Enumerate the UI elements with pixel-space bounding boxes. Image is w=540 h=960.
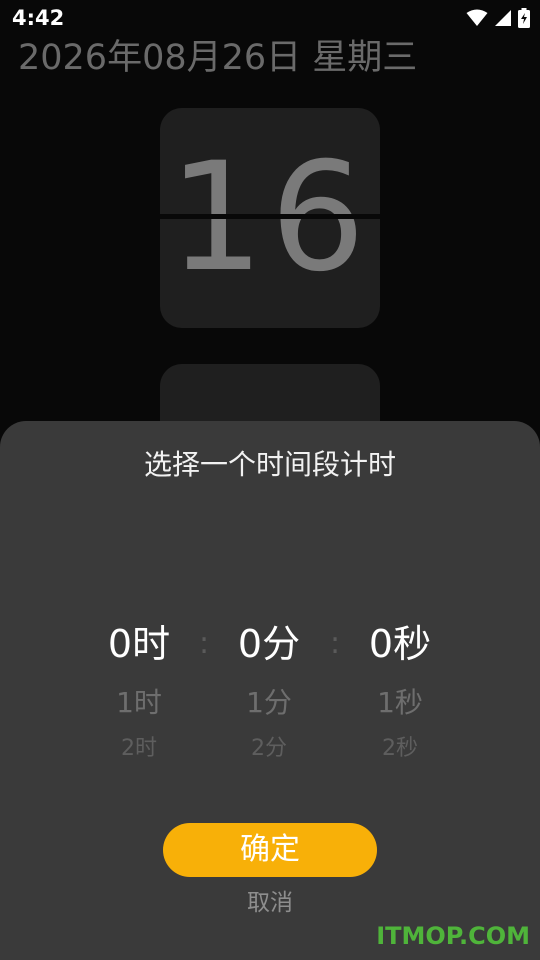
hours-selected[interactable]: 0时: [74, 611, 204, 677]
seconds-selected[interactable]: 0秒: [335, 611, 465, 677]
confirm-button[interactable]: 确定: [163, 823, 377, 877]
status-time: 4:42: [12, 6, 65, 30]
watermark-logo: ITMOP.COM: [376, 922, 530, 950]
minutes-selected[interactable]: 0分: [204, 611, 334, 677]
minutes-picker[interactable]: 0分 1分 2分: [204, 611, 334, 769]
sheet-title: 选择一个时间段计时: [143, 448, 396, 481]
minutes-next-option[interactable]: 1分: [204, 677, 334, 729]
seconds-next2-option[interactable]: 2秒: [335, 729, 465, 769]
hour-flip-card: 16: [160, 108, 380, 328]
cellular-signal-icon: [494, 9, 512, 27]
status-icons: [466, 6, 530, 30]
seconds-picker[interactable]: 0秒 1秒 2秒: [335, 611, 465, 769]
card-split-line: [160, 214, 380, 219]
battery-charging-icon: [518, 8, 530, 28]
app-screen: 4:42 2026年08月26日 星期三 16 选择一个时间段计时 0时 1时 …: [0, 0, 540, 960]
wifi-icon: [466, 9, 488, 27]
hours-next-option[interactable]: 1时: [74, 677, 204, 729]
minutes-next2-option[interactable]: 2分: [204, 729, 334, 769]
seconds-next-option[interactable]: 1秒: [335, 677, 465, 729]
date-text: 2026年08月26日 星期三: [18, 38, 418, 78]
hours-picker[interactable]: 0时 1时 2时: [74, 611, 204, 769]
status-bar: 4:42: [0, 0, 540, 36]
cancel-button[interactable]: 取消: [200, 883, 340, 923]
timer-bottom-sheet: 选择一个时间段计时 0时 1时 2时 : 0分 1分 2分 : 0秒 1秒 2秒…: [0, 421, 540, 960]
hours-next2-option[interactable]: 2时: [74, 729, 204, 769]
